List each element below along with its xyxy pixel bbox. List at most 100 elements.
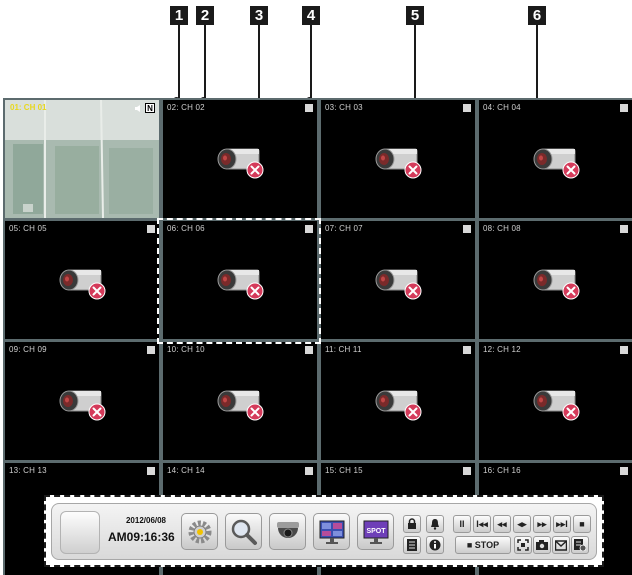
callout-6: 6 bbox=[528, 6, 546, 25]
no-video-camera-icon bbox=[529, 141, 583, 181]
monitor-split-icon bbox=[319, 520, 345, 544]
camera-icon bbox=[536, 540, 548, 550]
snapshot-button[interactable] bbox=[533, 536, 551, 554]
channel-label: 08: CH 08 bbox=[483, 224, 521, 233]
channel-select-checkbox[interactable] bbox=[463, 104, 471, 112]
channel-label: 02: CH 02 bbox=[167, 103, 205, 112]
channel-label: 09: CH 09 bbox=[9, 345, 47, 354]
stop-square-button[interactable]: ■ bbox=[573, 515, 591, 533]
channel-tile-5[interactable]: 05: CH 05 bbox=[5, 221, 159, 339]
alarm-button[interactable] bbox=[426, 515, 444, 533]
fast-forward-button[interactable]: ▸▸ bbox=[533, 515, 551, 533]
channel-label: 04: CH 04 bbox=[483, 103, 521, 112]
rewind-button[interactable]: ◂◂ bbox=[493, 515, 511, 533]
callout-5: 5 bbox=[406, 6, 424, 25]
setup-button[interactable] bbox=[181, 513, 218, 550]
info-icon bbox=[429, 539, 441, 551]
channel-select-checkbox[interactable] bbox=[620, 225, 628, 233]
channel-label: 01: CH 01 bbox=[10, 103, 47, 112]
zoom-frame-icon bbox=[517, 539, 529, 551]
channel-tile-1[interactable]: 01: CH 01 N bbox=[5, 100, 159, 218]
channel-label: 12: CH 12 bbox=[483, 345, 521, 354]
leader-line-2 bbox=[204, 25, 206, 100]
callout-3: 3 bbox=[250, 6, 268, 25]
channel-select-checkbox[interactable] bbox=[305, 104, 313, 112]
channel-select-checkbox[interactable] bbox=[620, 104, 628, 112]
backup-icon bbox=[574, 539, 587, 552]
channel-tile-7[interactable]: 07: CH 07 bbox=[321, 221, 475, 339]
channel-label: 05: CH 05 bbox=[9, 224, 47, 233]
step-button[interactable]: ◂▸ bbox=[513, 515, 531, 533]
channel-tile-10[interactable]: 10: CH 10 bbox=[163, 342, 317, 460]
leader-line-1 bbox=[178, 25, 180, 100]
no-video-camera-icon bbox=[371, 262, 425, 302]
selected-channel-frame bbox=[157, 218, 321, 344]
stop-button[interactable]: ■ STOP bbox=[455, 536, 511, 554]
spot-button[interactable]: SPOT bbox=[357, 513, 394, 550]
channel-select-checkbox[interactable] bbox=[463, 467, 471, 475]
callout-4: 4 bbox=[302, 6, 320, 25]
channel-select-checkbox[interactable] bbox=[147, 225, 155, 233]
control-toolbar: 2012/06/08 AM09:16:36 SPOT II I◂◂ ◂◂ ◂▸ … bbox=[44, 495, 604, 567]
search-button[interactable] bbox=[225, 513, 262, 550]
toolbar-panel: 2012/06/08 AM09:16:36 SPOT II I◂◂ ◂◂ ◂▸ … bbox=[51, 503, 597, 560]
backup-button[interactable] bbox=[571, 536, 589, 554]
screen-layout-button[interactable] bbox=[313, 513, 350, 550]
info-button[interactable] bbox=[426, 536, 444, 554]
toolbar-handle[interactable] bbox=[60, 511, 100, 554]
no-video-camera-icon bbox=[213, 383, 267, 423]
record-mode-badge: N bbox=[145, 103, 155, 113]
gear-icon bbox=[188, 520, 212, 544]
bell-icon bbox=[431, 519, 439, 530]
no-video-camera-icon bbox=[55, 383, 109, 423]
channel-select-checkbox[interactable] bbox=[463, 225, 471, 233]
live-camera-feed bbox=[5, 100, 159, 218]
log-button[interactable] bbox=[403, 536, 421, 554]
no-video-camera-icon bbox=[529, 262, 583, 302]
list-icon bbox=[407, 539, 417, 551]
dome-camera-icon bbox=[277, 522, 299, 538]
channel-label: 15: CH 15 bbox=[325, 466, 363, 475]
channel-select-checkbox[interactable] bbox=[147, 346, 155, 354]
channel-select-checkbox[interactable] bbox=[620, 467, 628, 475]
channel-tile-3[interactable]: 03: CH 03 bbox=[321, 100, 475, 218]
spot-monitor-icon: SPOT bbox=[363, 520, 389, 544]
channel-select-checkbox[interactable] bbox=[305, 346, 313, 354]
channel-tile-11[interactable]: 11: CH 11 bbox=[321, 342, 475, 460]
channel-label: 03: CH 03 bbox=[325, 103, 363, 112]
channel-label: 14: CH 14 bbox=[167, 466, 205, 475]
no-video-camera-icon bbox=[213, 141, 267, 181]
channel-label: 07: CH 07 bbox=[325, 224, 363, 233]
channel-select-checkbox[interactable] bbox=[620, 346, 628, 354]
skip-back-button[interactable]: I◂◂ bbox=[473, 515, 491, 533]
ptz-button[interactable] bbox=[269, 513, 306, 550]
channel-select-checkbox[interactable] bbox=[463, 346, 471, 354]
pause-button[interactable]: II bbox=[453, 515, 471, 533]
archive-icon bbox=[554, 540, 568, 551]
callout-2: 2 bbox=[196, 6, 214, 25]
no-video-camera-icon bbox=[529, 383, 583, 423]
channel-label: 10: CH 10 bbox=[167, 345, 205, 354]
channel-tile-9[interactable]: 09: CH 09 bbox=[5, 342, 159, 460]
no-video-camera-icon bbox=[55, 262, 109, 302]
lock-icon bbox=[408, 518, 416, 529]
channel-tile-8[interactable]: 08: CH 08 bbox=[479, 221, 632, 339]
zoom-button[interactable] bbox=[514, 536, 532, 554]
callout-1: 1 bbox=[170, 6, 188, 25]
magnifier-icon bbox=[231, 519, 257, 545]
skip-forward-button[interactable]: ▸▸I bbox=[553, 515, 571, 533]
channel-select-checkbox[interactable] bbox=[147, 467, 155, 475]
archive-button[interactable] bbox=[552, 536, 570, 554]
no-video-camera-icon bbox=[371, 141, 425, 181]
current-date: 2012/06/08 bbox=[125, 516, 167, 525]
channel-tile-4[interactable]: 04: CH 04 bbox=[479, 100, 632, 218]
channel-label: 11: CH 11 bbox=[325, 345, 362, 354]
channel-select-checkbox[interactable] bbox=[305, 467, 313, 475]
spot-label: SPOT bbox=[366, 528, 386, 535]
leader-line-4 bbox=[310, 25, 312, 100]
channel-tile-12[interactable]: 12: CH 12 bbox=[479, 342, 632, 460]
channel-tile-2[interactable]: 02: CH 02 bbox=[163, 100, 317, 218]
lock-button[interactable] bbox=[403, 515, 421, 533]
speaker-icon bbox=[135, 104, 140, 112]
channel-label: 13: CH 13 bbox=[9, 466, 47, 475]
